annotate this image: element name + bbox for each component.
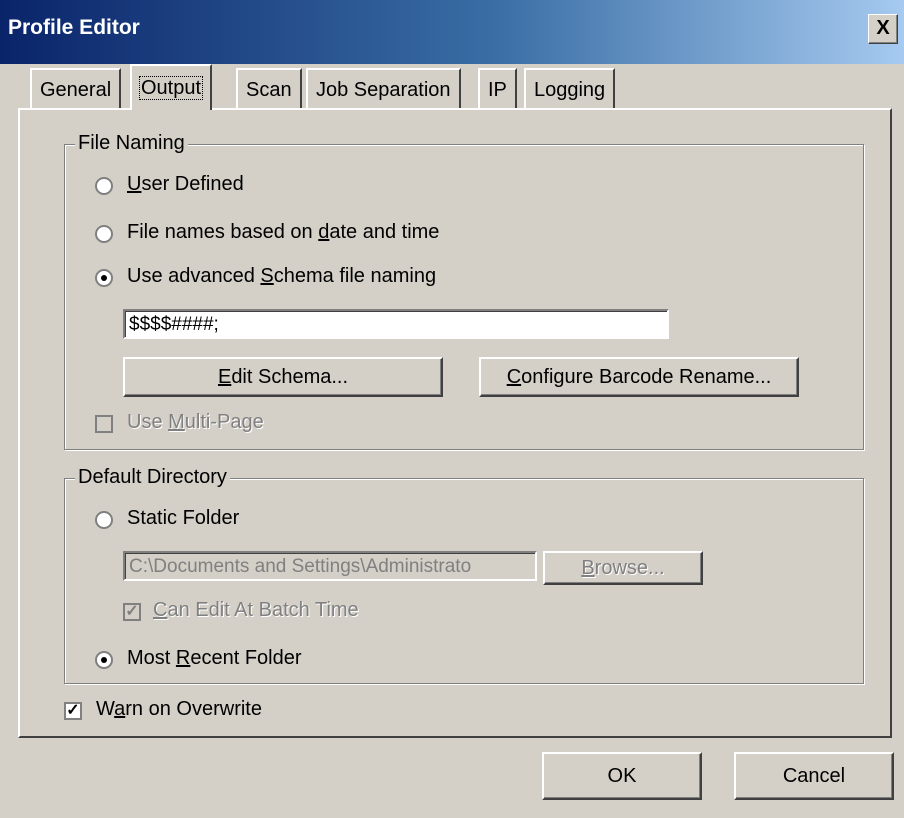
tab-output[interactable]: Output <box>130 64 213 110</box>
can-edit-batch-label: Can Edit At Batch Time <box>153 599 359 621</box>
use-multipage-label[interactable]: Use Multi-Page <box>127 411 264 434</box>
window-title: Profile Editor <box>8 16 140 39</box>
ok-button[interactable]: OK <box>542 752 702 800</box>
tab-scan[interactable]: Scan <box>236 68 302 108</box>
edit-schema-button[interactable]: Edit Schema... <box>123 357 443 397</box>
title-bar[interactable]: Profile Editor X <box>0 0 904 64</box>
browse-button: Browse... <box>543 551 703 585</box>
date-time-label[interactable]: File names based on date and time <box>127 221 439 244</box>
cancel-button[interactable]: Cancel <box>734 752 894 800</box>
schema-naming-radio[interactable] <box>95 269 113 287</box>
default-directory-group: Default Directory Static Folder C:\Docum… <box>64 466 864 684</box>
tab-logging[interactable]: Logging <box>524 68 616 108</box>
tab-general[interactable]: General <box>30 68 122 108</box>
warn-overwrite-label[interactable]: Warn on Overwrite <box>96 698 262 721</box>
can-edit-batch-checkbox: ✓ <box>123 603 141 621</box>
file-naming-legend: File Naming <box>75 132 188 155</box>
output-tab-panel: File Naming User Defined File names base… <box>18 108 892 738</box>
most-recent-folder-radio[interactable] <box>95 651 113 669</box>
tab-job-separation[interactable]: Job Separation <box>306 68 461 108</box>
configure-barcode-rename-button[interactable]: Configure Barcode Rename... <box>479 357 799 397</box>
close-icon[interactable]: X <box>868 14 898 44</box>
tab-output-label: Output <box>138 76 204 100</box>
profile-editor-window: Profile Editor X General Output Scan Job… <box>0 0 904 818</box>
date-time-radio[interactable] <box>95 225 113 243</box>
user-defined-radio[interactable] <box>95 177 113 195</box>
static-folder-label[interactable]: Static Folder <box>127 507 239 530</box>
schema-input[interactable]: $$$$####; <box>123 309 669 339</box>
file-naming-group: File Naming User Defined File names base… <box>64 132 864 450</box>
most-recent-folder-label[interactable]: Most Recent Folder <box>127 647 302 670</box>
warn-overwrite-checkbox[interactable]: ✓ <box>64 702 82 720</box>
user-defined-label[interactable]: User Defined <box>127 173 244 196</box>
schema-naming-label[interactable]: Use advanced Schema file naming <box>127 265 436 288</box>
use-multipage-checkbox[interactable] <box>95 415 113 433</box>
tab-ip[interactable]: IP <box>478 68 517 108</box>
static-folder-radio[interactable] <box>95 511 113 529</box>
default-directory-legend: Default Directory <box>75 466 230 489</box>
static-folder-path-input: C:\Documents and Settings\Administrato <box>123 551 537 581</box>
